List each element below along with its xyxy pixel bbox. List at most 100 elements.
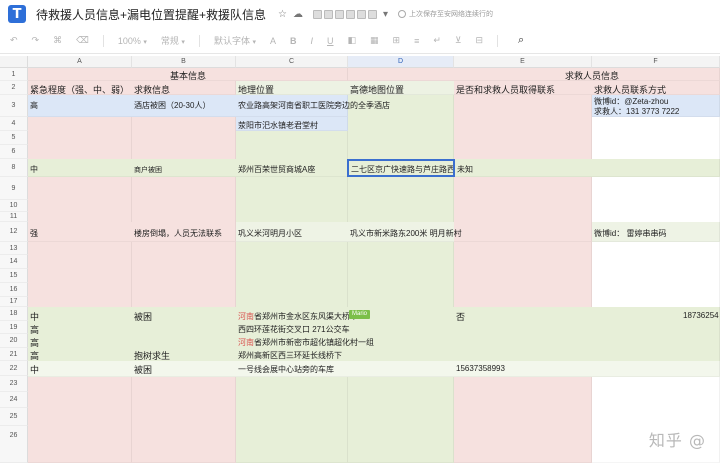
column-header-a[interactable]: A (28, 56, 132, 68)
table-cell[interactable]: 微博id： 雷婷串串码 (594, 228, 666, 239)
row-header[interactable]: 8 (0, 159, 28, 177)
table-cell[interactable]: 农业路高架河南省职工医院旁边的全季酒店 (238, 100, 390, 111)
wrap-icon[interactable]: ↵ (433, 35, 441, 46)
row-header[interactable]: 9 (0, 177, 28, 200)
table-cell[interactable]: 被困 (134, 363, 152, 376)
row-header[interactable]: 4 (0, 117, 28, 131)
toolbar-divider (198, 34, 200, 47)
row-header[interactable]: 1 (0, 68, 28, 81)
avatar[interactable] (313, 9, 322, 19)
table-cell[interactable]: 高 (30, 349, 39, 362)
table-cell[interactable]: 西四环莲花街交叉口 271公交车 (238, 324, 350, 335)
row-header[interactable]: 23 (0, 376, 28, 392)
row-header[interactable]: 13 (0, 242, 28, 255)
undo-icon[interactable]: ↶ (10, 35, 18, 46)
table-cell[interactable]: 中 (30, 164, 38, 175)
table-cell[interactable]: 被困 (134, 310, 152, 323)
table-cell[interactable]: 未知 (457, 164, 473, 175)
cloud-icon[interactable]: ☁ (293, 9, 303, 20)
table-cell[interactable]: 郑州百荣世贸商城A座 (238, 164, 315, 175)
column-header-d[interactable]: D (348, 56, 454, 68)
font-size-icon[interactable]: A (270, 36, 276, 46)
table-cell[interactable]: 中 (30, 363, 39, 376)
row-header[interactable]: 22 (0, 361, 28, 376)
row-header[interactable]: 18 (0, 307, 28, 321)
row-header[interactable]: 11 (0, 212, 28, 222)
align-icon[interactable]: ≡ (414, 36, 419, 46)
column-header-b[interactable]: B (132, 56, 236, 68)
border-icon[interactable]: ▦ (370, 35, 379, 46)
row-header[interactable]: 17 (0, 297, 28, 307)
table-cell[interactable]: 河南省郑州市金水区东风渠大桥下 (238, 311, 358, 322)
row-header[interactable]: 3 (0, 95, 28, 117)
zoom-select[interactable]: 100% ▾ (118, 36, 147, 46)
bold-icon[interactable]: B (290, 36, 297, 46)
table-cell[interactable]: 中 (30, 310, 39, 323)
table-cell[interactable]: 郑州高新区西三环延长线桥下 (238, 350, 342, 361)
table-cell[interactable]: 15637358993 (456, 364, 505, 373)
row-header[interactable]: 5 (0, 131, 28, 145)
row-header[interactable]: 2 (0, 81, 28, 95)
row-header[interactable]: 10 (0, 200, 28, 212)
fill-color-icon[interactable]: ◧ (348, 35, 357, 46)
column-header-f[interactable]: F (592, 56, 720, 68)
avatar[interactable] (357, 9, 366, 19)
underline-icon[interactable]: U (327, 36, 334, 46)
avatar[interactable] (346, 9, 355, 19)
star-icon[interactable]: ☆ (278, 9, 287, 20)
column-header-c[interactable]: C (236, 56, 348, 68)
redo-icon[interactable]: ↷ (32, 35, 40, 46)
table-cell[interactable]: 高 (30, 100, 38, 111)
clear-format-icon[interactable]: ⌫ (76, 35, 89, 46)
document-title[interactable]: 待救援人员信息+漏电位置提醒+救援队信息 (36, 6, 266, 23)
format-painter-icon[interactable]: ⌘ (53, 35, 62, 46)
title-bar: T 待救援人员信息+漏电位置提醒+救援队信息 ☆ ☁ ▾ 上次保存至安网络连续行… (0, 0, 720, 28)
table-cell[interactable]: 18736254 (683, 311, 719, 320)
row-header[interactable]: 12 (0, 222, 28, 242)
row-header[interactable]: 26 (0, 426, 28, 463)
table-cell[interactable]: 抱树求生 (134, 349, 170, 362)
selected-cell-outline[interactable] (347, 159, 455, 177)
style-select[interactable]: 常规 ▾ (161, 34, 185, 47)
row-header[interactable]: 6 (0, 145, 28, 159)
row-header[interactable]: 24 (0, 392, 28, 408)
table-cell[interactable]: 巩义市新米路东200米 明月新村 (350, 228, 462, 239)
table-cell[interactable]: 高 (30, 323, 39, 336)
location-header: 地理位置 (238, 85, 275, 95)
italic-icon[interactable]: I (311, 36, 314, 46)
column-header-e[interactable]: E (454, 56, 592, 68)
table-cell[interactable]: 强 (30, 228, 38, 239)
table-cell[interactable]: 楼房倒塌，人员无法联系 (134, 228, 222, 239)
font-select[interactable]: 默认字体 ▾ (214, 34, 256, 47)
chevron-down-icon[interactable]: ▾ (383, 9, 388, 20)
table-cell[interactable]: 巩义米河明月小区 (238, 228, 302, 239)
row-header[interactable]: 15 (0, 269, 28, 283)
freeze-icon[interactable]: ⊟ (476, 35, 484, 46)
table-cell[interactable]: 商户被困 (134, 165, 162, 175)
merge-icon[interactable]: ⊞ (393, 35, 401, 46)
spreadsheet-grid[interactable]: A B C D E F 1 2 3 4 5 6 8 9 10 11 12 13 … (0, 56, 720, 463)
row-header[interactable]: 20 (0, 334, 28, 348)
table-cell[interactable]: 河南省郑州市新密市超化镇超化村一组 (238, 337, 374, 348)
rescuer-info-header-cell[interactable] (348, 68, 720, 81)
row-header[interactable]: 19 (0, 321, 28, 334)
table-cell[interactable]: 否 (456, 310, 465, 323)
row-header[interactable]: 16 (0, 283, 28, 297)
avatar[interactable] (368, 9, 377, 19)
table-cell[interactable]: 酒店被困（20-30人） (134, 100, 210, 111)
avatar[interactable] (335, 9, 344, 19)
table-cell[interactable]: 一号线会展中心站旁的车库 (238, 364, 334, 375)
avatar[interactable] (324, 9, 333, 19)
highlight-text: 河南 (238, 312, 254, 321)
collaborator-avatars[interactable] (313, 9, 377, 19)
filter-icon[interactable]: ⊻ (455, 35, 462, 46)
app-logo-icon[interactable]: T (8, 5, 26, 23)
search-icon[interactable]: ⌕ (518, 34, 524, 47)
row-header[interactable]: 25 (0, 408, 28, 426)
table-cell[interactable]: 求救人：131 3773 7222 (594, 106, 679, 117)
table-cell[interactable]: 荥阳市汜水镇老君堂村 (238, 120, 318, 131)
select-all-corner[interactable] (0, 56, 28, 68)
row-header[interactable]: 21 (0, 348, 28, 361)
row-header[interactable]: 14 (0, 255, 28, 269)
table-cell[interactable]: 高 (30, 336, 39, 349)
